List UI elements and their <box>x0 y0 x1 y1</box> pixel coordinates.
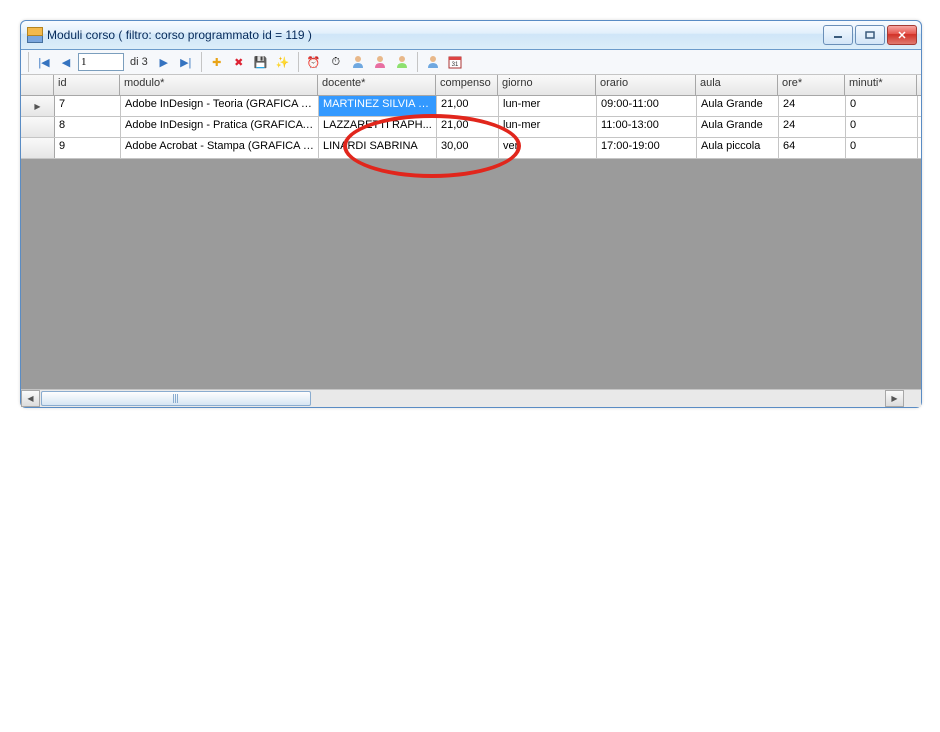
svg-text:31: 31 <box>451 62 458 68</box>
cell-docente[interactable]: LINARDI SABRINA <box>319 138 437 158</box>
toolbar: |◀ ◀ di 3 ▶ ▶| ✚ ✖ 💾 ✨ ⏰ ⏱ 31 <box>21 50 921 75</box>
window-title: Moduli corso ( filtro: corso programmato… <box>47 28 312 42</box>
save-button[interactable]: 💾 <box>251 52 271 72</box>
scroll-left-button[interactable]: ◀ <box>21 390 40 407</box>
cell-minuti[interactable]: 0 <box>846 96 918 116</box>
col-compenso[interactable]: compenso <box>436 75 498 95</box>
next-record-button[interactable]: ▶ <box>154 52 174 72</box>
person4-icon[interactable] <box>423 52 443 72</box>
cell-docente[interactable]: MARTINEZ SILVIA 2... <box>319 96 437 116</box>
cell-compenso[interactable]: 30,00 <box>437 138 499 158</box>
first-record-button[interactable]: |◀ <box>34 52 54 72</box>
record-total-label: di 3 <box>126 56 152 68</box>
minimize-button[interactable] <box>823 25 853 45</box>
scroll-track[interactable] <box>312 391 885 406</box>
table-row[interactable]: 7Adobe InDesign - Teoria (GRAFICA E...MA… <box>21 96 921 117</box>
horizontal-scrollbar[interactable]: ◀ ▶ <box>21 389 921 407</box>
last-record-button[interactable]: ▶| <box>176 52 196 72</box>
cell-giorno[interactable]: lun-mer <box>499 96 597 116</box>
titlebar: Moduli corso ( filtro: corso programmato… <box>21 21 921 50</box>
person2-icon[interactable] <box>370 52 390 72</box>
scroll-thumb[interactable] <box>41 391 311 406</box>
record-position-input[interactable] <box>78 53 124 71</box>
cell-orario[interactable]: 17:00-19:00 <box>597 138 697 158</box>
alarm-icon[interactable]: ⏰ <box>304 52 324 72</box>
table-row[interactable]: 8Adobe InDesign - Pratica (GRAFICA E...L… <box>21 117 921 138</box>
cell-aula[interactable]: Aula Grande <box>697 96 779 116</box>
col-id[interactable]: id <box>54 75 120 95</box>
cell-modulo[interactable]: Adobe Acrobat - Stampa (GRAFICA E... <box>121 138 319 158</box>
row-selector-header[interactable] <box>21 75 54 95</box>
add-record-button[interactable]: ✚ <box>207 52 227 72</box>
cell-id[interactable]: 7 <box>55 96 121 116</box>
col-aula[interactable]: aula <box>696 75 778 95</box>
data-grid[interactable]: id modulo* docente* compenso giorno orar… <box>21 75 921 159</box>
cell-aula[interactable]: Aula Grande <box>697 117 779 137</box>
row-selector[interactable] <box>21 96 55 116</box>
cell-minuti[interactable]: 0 <box>846 138 918 158</box>
person1-icon[interactable] <box>348 52 368 72</box>
cell-giorno[interactable]: ven <box>499 138 597 158</box>
column-headers-row: id modulo* docente* compenso giorno orar… <box>21 75 921 96</box>
cell-ore[interactable]: 24 <box>779 117 846 137</box>
cell-compenso[interactable]: 21,00 <box>437 96 499 116</box>
wand-button[interactable]: ✨ <box>273 52 293 72</box>
col-minuti[interactable]: minuti* <box>845 75 917 95</box>
window: Moduli corso ( filtro: corso programmato… <box>20 20 922 408</box>
content-area: id modulo* docente* compenso giorno orar… <box>21 75 921 407</box>
maximize-button[interactable] <box>855 25 885 45</box>
col-modulo[interactable]: modulo* <box>120 75 318 95</box>
cell-id[interactable]: 8 <box>55 117 121 137</box>
cell-id[interactable]: 9 <box>55 138 121 158</box>
cell-orario[interactable]: 11:00-13:00 <box>597 117 697 137</box>
timer-icon[interactable]: ⏱ <box>326 52 346 72</box>
cell-modulo[interactable]: Adobe InDesign - Pratica (GRAFICA E... <box>121 117 319 137</box>
cell-giorno[interactable]: lun-mer <box>499 117 597 137</box>
delete-record-button[interactable]: ✖ <box>229 52 249 72</box>
prev-record-button[interactable]: ◀ <box>56 52 76 72</box>
cell-aula[interactable]: Aula piccola <box>697 138 779 158</box>
cell-modulo[interactable]: Adobe InDesign - Teoria (GRAFICA E... <box>121 96 319 116</box>
close-button[interactable] <box>887 25 917 45</box>
cell-compenso[interactable]: 21,00 <box>437 117 499 137</box>
table-row[interactable]: 9Adobe Acrobat - Stampa (GRAFICA E...LIN… <box>21 138 921 159</box>
col-giorno[interactable]: giorno <box>498 75 596 95</box>
cell-minuti[interactable]: 0 <box>846 117 918 137</box>
cell-ore[interactable]: 64 <box>779 138 846 158</box>
col-docente[interactable]: docente* <box>318 75 436 95</box>
col-orario[interactable]: orario <box>596 75 696 95</box>
scroll-right-button[interactable]: ▶ <box>885 390 904 407</box>
person3-icon[interactable] <box>392 52 412 72</box>
cell-docente[interactable]: LAZZARETTI RAPH... <box>319 117 437 137</box>
col-ore[interactable]: ore* <box>778 75 845 95</box>
cell-ore[interactable]: 24 <box>779 96 846 116</box>
app-icon <box>27 27 43 43</box>
row-selector[interactable] <box>21 138 55 158</box>
row-selector[interactable] <box>21 117 55 137</box>
calendar-icon[interactable]: 31 <box>445 52 465 72</box>
cell-orario[interactable]: 09:00-11:00 <box>597 96 697 116</box>
